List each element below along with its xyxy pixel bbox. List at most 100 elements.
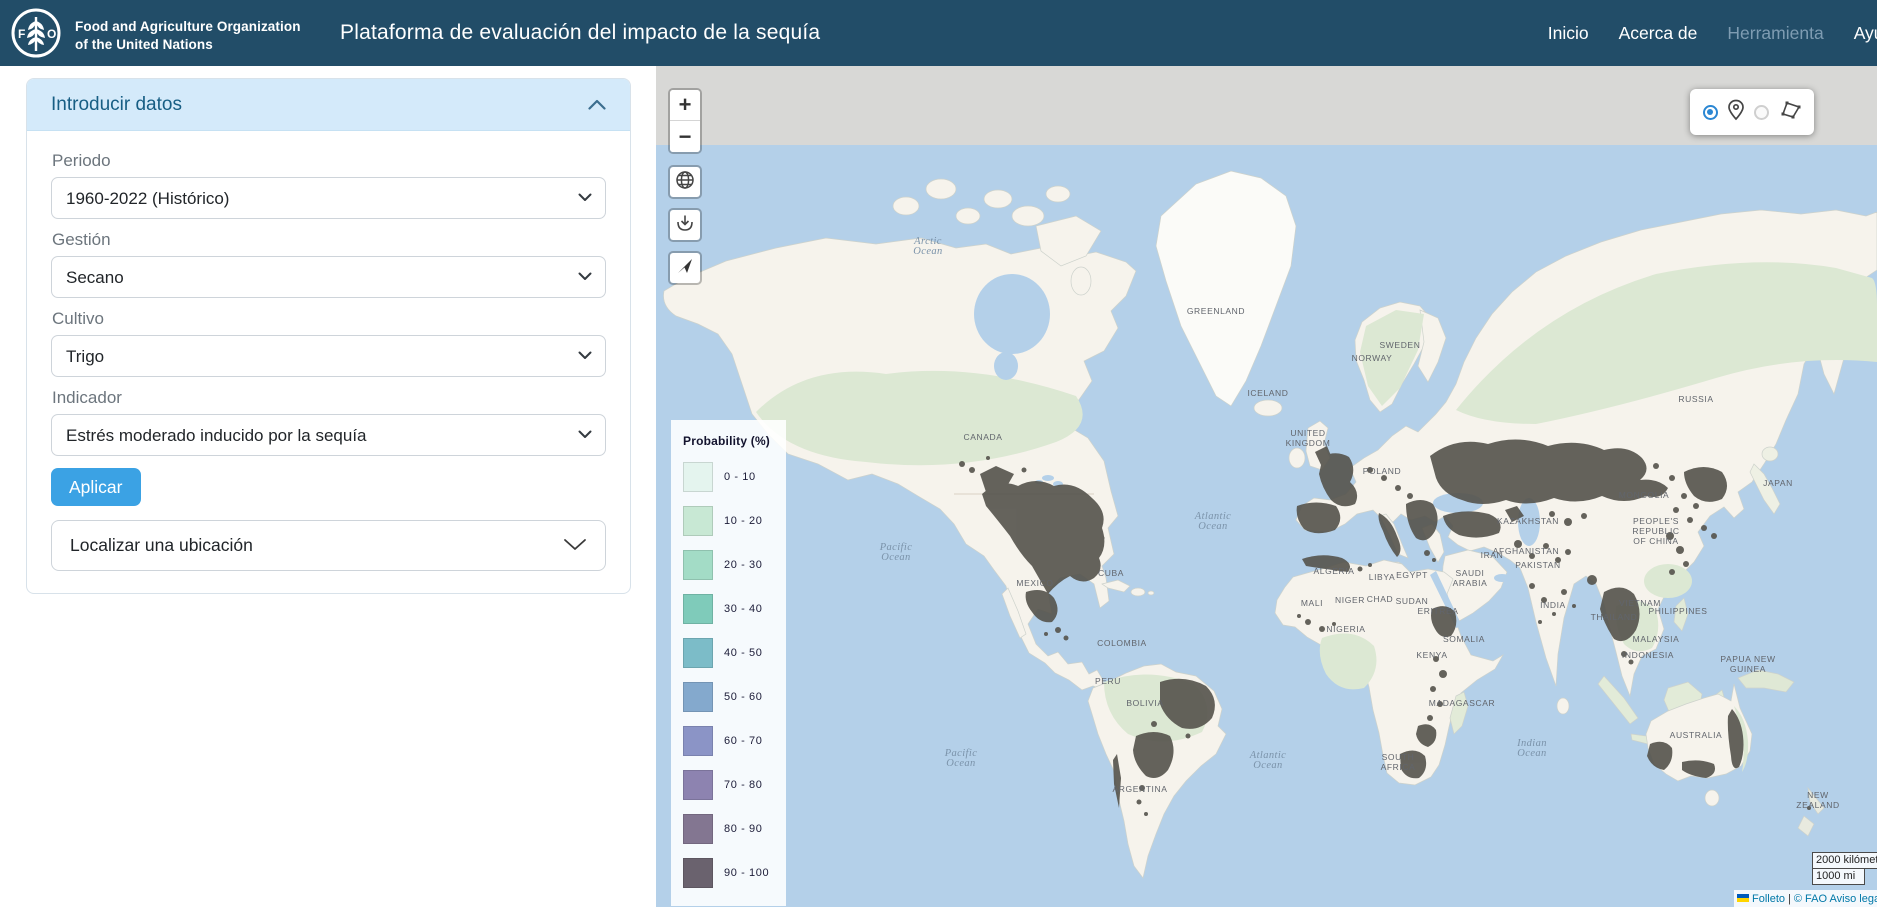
country-label: SOUTHAFRICA xyxy=(1381,752,1416,772)
country-label: JAPAN xyxy=(1763,478,1793,488)
nav-link[interactable]: Inicio xyxy=(1548,23,1589,44)
input-panel-header[interactable]: Introducir datos xyxy=(27,79,630,131)
scale-control: 2000 kilómetros 1000 mi xyxy=(1812,852,1877,885)
legend-row: 0 - 10 xyxy=(683,462,778,492)
country-label: POLAND xyxy=(1363,466,1402,476)
ocean-label: PacificOcean xyxy=(879,542,913,563)
legend-range-label: 70 - 80 xyxy=(724,779,762,791)
country-label: UNITEDKINGDOM xyxy=(1286,428,1331,448)
svg-text:O: O xyxy=(47,27,56,41)
country-label: SOMALIA xyxy=(1443,634,1485,644)
zoom-out-button[interactable]: − xyxy=(670,121,700,152)
country-label: CHAD xyxy=(1367,594,1394,604)
legend-range-label: 0 - 10 xyxy=(724,471,756,483)
chevron-down-icon xyxy=(563,535,587,556)
fao-attribution-link[interactable]: © FAO Aviso legal xyxy=(1794,893,1877,905)
legend-row: 90 - 100 xyxy=(683,858,778,888)
legend-row: 10 - 20 xyxy=(683,506,778,536)
svg-text:F: F xyxy=(18,27,25,41)
country-label: SUDAN xyxy=(1396,596,1429,606)
legend-swatch xyxy=(683,550,713,580)
legend-swatch xyxy=(683,506,713,536)
country-label: MALI xyxy=(1301,598,1323,608)
country-label: MONGOLIA xyxy=(1619,490,1670,500)
field-label: Gestión xyxy=(52,230,606,250)
globe-reset-button[interactable] xyxy=(668,165,702,199)
field-select[interactable]: Trigo xyxy=(51,335,606,377)
scale-imperial: 1000 mi xyxy=(1812,868,1865,885)
selection-mode-toggle xyxy=(1690,89,1814,135)
legend-range-label: 60 - 70 xyxy=(724,735,762,747)
country-label: VIETNAM xyxy=(1619,598,1661,608)
download-button[interactable] xyxy=(668,208,702,242)
chevron-up-icon xyxy=(588,94,606,116)
country-label: MEXICO xyxy=(1016,578,1053,588)
locate-accordion-label: Localizar una ubicación xyxy=(70,535,253,556)
download-icon xyxy=(675,213,695,238)
ukraine-flag-icon xyxy=(1737,893,1749,905)
zoom-control: + − xyxy=(668,88,702,154)
fao-logo[interactable]: F O Food and Agriculture Organization of… xyxy=(10,7,301,64)
world-map[interactable]: ArcticOceanPacificOceanPacificOceanAtlan… xyxy=(656,66,1877,907)
country-label: EGYPT xyxy=(1396,570,1428,580)
form-group: Gestión Secano xyxy=(51,230,606,298)
country-label: AUSTRALIA xyxy=(1670,730,1723,740)
legend-row: 30 - 40 xyxy=(683,594,778,624)
navigation-arrow-icon xyxy=(676,257,694,280)
country-label: NORWAY xyxy=(1352,353,1393,363)
country-label: KAZAKHSTAN xyxy=(1497,516,1559,526)
field-select[interactable]: 1960-2022 (Histórico) xyxy=(51,177,606,219)
ocean-label: IndianOcean xyxy=(1516,738,1547,759)
country-label: CANADA xyxy=(963,432,1002,442)
country-label: MADAGASCAR xyxy=(1429,698,1495,708)
country-label: ARGENTINA xyxy=(1113,784,1168,794)
legend-row: 60 - 70 xyxy=(683,726,778,756)
legend-range-label: 40 - 50 xyxy=(724,647,762,659)
locate-button[interactable] xyxy=(668,251,702,285)
input-panel-title: Introducir datos xyxy=(51,94,182,116)
fao-logo-icon: F O xyxy=(10,7,62,64)
nav-links: Inicio Acerca de Herramienta Ayuda xyxy=(1548,0,1877,66)
field-select[interactable]: Secano xyxy=(51,256,606,298)
legend-row: 80 - 90 xyxy=(683,814,778,844)
leaflet-attribution-link[interactable]: Folleto xyxy=(1752,893,1785,905)
field-label: Indicador xyxy=(52,388,606,408)
legend-range-label: 80 - 90 xyxy=(724,823,762,835)
nav-link[interactable]: Ayuda xyxy=(1854,23,1877,44)
nav-link[interactable]: Acerca de xyxy=(1619,23,1698,44)
nav-link[interactable]: Herramienta xyxy=(1727,23,1823,44)
globe-icon xyxy=(675,170,695,195)
legend-classes: 0 - 10 10 - 20 20 - 30 30 - 40 40 - 50 5… xyxy=(683,462,778,888)
apply-button[interactable]: Aplicar xyxy=(51,468,141,506)
page-title: Plataforma de evaluación del impacto de … xyxy=(340,21,820,45)
form-group: Indicador Estrés moderado inducido por l… xyxy=(51,388,606,456)
legend-range-label: 30 - 40 xyxy=(724,603,762,615)
country-label: GREENLAND xyxy=(1187,306,1245,316)
polygon-icon xyxy=(1778,100,1802,125)
country-label: INDIA xyxy=(1540,600,1566,610)
country-label: BOLIVIA xyxy=(1126,698,1163,708)
field-select[interactable]: Estrés moderado inducido por la sequía xyxy=(51,414,606,456)
map-marker-icon xyxy=(1727,99,1745,126)
top-navbar: F O Food and Agriculture Organization of… xyxy=(0,0,1877,66)
locate-accordion[interactable]: Localizar una ubicación xyxy=(51,520,606,571)
legend-title: Probability (%) xyxy=(683,434,778,448)
country-label: ALGERIA xyxy=(1313,566,1354,576)
legend-swatch xyxy=(683,858,713,888)
country-label: PAKISTAN xyxy=(1515,560,1561,570)
form-fields: Periodo 1960-2022 (Histórico) Gestión Se… xyxy=(51,151,606,456)
field-label: Cultivo xyxy=(52,309,606,329)
legend-row: 20 - 30 xyxy=(683,550,778,580)
attribution-separator: | xyxy=(1788,893,1791,905)
zoom-in-button[interactable]: + xyxy=(670,90,700,121)
marker-mode-radio[interactable] xyxy=(1703,105,1718,120)
legend-row: 50 - 60 xyxy=(683,682,778,712)
ocean-label: AtlanticOcean xyxy=(1249,750,1286,771)
country-label: SWEDEN xyxy=(1380,340,1421,350)
polygon-mode-radio[interactable] xyxy=(1754,105,1769,120)
country-label: IRAN xyxy=(1481,550,1504,560)
ocean-label: ArcticOcean xyxy=(913,236,943,257)
country-label: MALAYSIA xyxy=(1633,634,1680,644)
legend-swatch xyxy=(683,594,713,624)
map-canvas[interactable]: ArcticOceanPacificOceanPacificOceanAtlan… xyxy=(656,66,1877,907)
